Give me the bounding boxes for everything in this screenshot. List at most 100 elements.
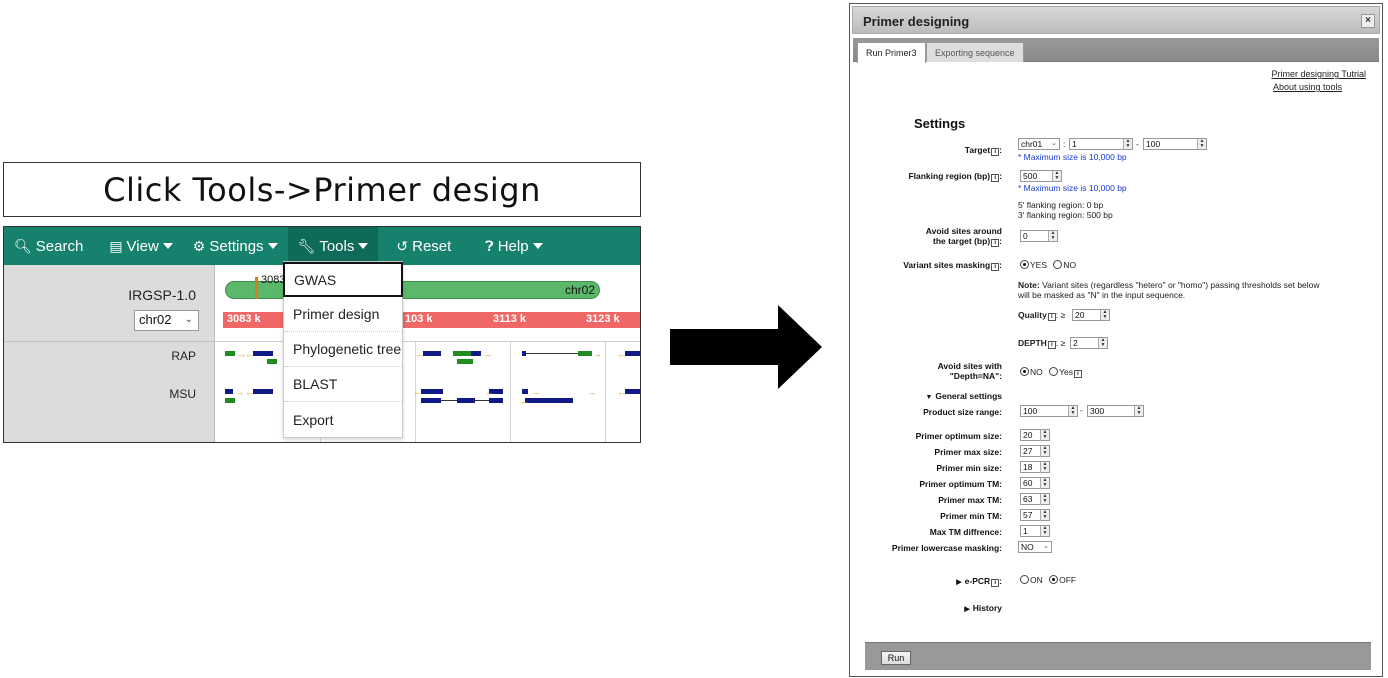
spinner-icon[interactable]: ▲ ▼ (1197, 139, 1206, 149)
instruction-caption: Click Tools->Primer design (3, 162, 641, 217)
spinner-icon[interactable]: ▲ ▼ (1040, 446, 1049, 456)
primer-max-tm-input[interactable]: 63 ▲ ▼ (1020, 493, 1050, 505)
info-icon[interactable]: i (1074, 370, 1082, 378)
gene-feature[interactable] (421, 398, 441, 403)
tab-run-primer3[interactable]: Run Primer3 (857, 42, 926, 63)
spinner-icon[interactable]: ▲ ▼ (1040, 430, 1049, 440)
gene-feature[interactable] (625, 351, 640, 356)
gene-feature[interactable] (421, 389, 443, 394)
info-icon[interactable]: i (991, 263, 1000, 271)
quality-input[interactable]: 20 ▲ ▼ (1072, 309, 1110, 321)
primer-min-size-input[interactable]: 18 ▲ ▼ (1020, 461, 1050, 473)
menu-item-export[interactable]: Export (284, 402, 402, 437)
info-icon[interactable]: i (1047, 313, 1056, 321)
info-icon[interactable]: i (991, 579, 1000, 587)
menu-item-gwas[interactable]: GWAS (283, 262, 403, 297)
primer-optimum-tm-input[interactable]: 60 ▲ ▼ (1020, 477, 1050, 489)
primer-max-size-input[interactable]: 27 ▲ ▼ (1020, 445, 1050, 457)
search-button[interactable]: 🔍︎ Search (4, 227, 93, 265)
close-icon[interactable]: × (1361, 14, 1375, 28)
target-chromosome-select[interactable]: chr01 ⌄ (1018, 138, 1060, 150)
lowercase-masking-select[interactable]: NO ⌄ (1018, 541, 1052, 553)
spinner-icon[interactable]: ▲ ▼ (1040, 526, 1049, 536)
gene-feature[interactable] (225, 351, 235, 356)
dialog-tab-bar: Run Primer3 Exporting sequence (853, 38, 1379, 63)
spinner-icon[interactable]: ▲ ▼ (1100, 310, 1109, 320)
info-icon[interactable]: i (991, 239, 1000, 247)
help-menu-button[interactable]: ❓︎ Help (475, 227, 552, 265)
spinner-icon[interactable]: ▲ ▼ (1068, 406, 1077, 416)
track-label-msu: MSU (169, 387, 196, 401)
spinner-icon[interactable]: ▲ ▼ (1040, 462, 1049, 472)
spinner-icon[interactable]: ▲ ▼ (1052, 171, 1061, 181)
spinner-icon[interactable]: ▲ ▼ (1123, 139, 1132, 149)
gene-feature[interactable] (457, 359, 473, 364)
spinner-icon[interactable]: ▲ ▼ (1134, 406, 1143, 416)
tab-exporting-sequence[interactable]: Exporting sequence (926, 42, 1024, 62)
variant-masking-yes-radio[interactable] (1020, 260, 1029, 269)
gene-feature[interactable] (471, 351, 481, 356)
spinner-icon[interactable]: ▲ ▼ (1098, 338, 1107, 348)
depth-label-text: DEPTH (1018, 338, 1047, 348)
spinner-icon[interactable]: ▲ ▼ (1040, 494, 1049, 504)
gene-feature[interactable] (253, 389, 273, 394)
position-marker[interactable] (255, 277, 258, 299)
general-settings-toggle[interactable]: ▼ General settings (925, 391, 1002, 403)
settings-menu-button[interactable]: ⚙ Settings (183, 227, 288, 265)
spinner-icon[interactable]: ▲ ▼ (1048, 231, 1057, 241)
gene-feature[interactable] (489, 398, 503, 403)
menu-item-primer-design[interactable]: Primer design (284, 297, 402, 332)
gene-feature[interactable] (225, 398, 235, 403)
gene-feature[interactable] (457, 398, 475, 403)
spinner-icon[interactable]: ▲ ▼ (1040, 478, 1049, 488)
triangle-down-icon: ▼ (925, 394, 933, 401)
menu-item-blast[interactable]: BLAST (284, 367, 402, 402)
depth-input[interactable]: 2 ▲ ▼ (1070, 337, 1108, 349)
epcr-toggle[interactable]: ▶ e-PCR i: (956, 576, 1002, 588)
avoid-sites-input[interactable]: 0 ▲ ▼ (1020, 230, 1058, 242)
link-primer-tutorial[interactable]: Primer designing Tutrial (1271, 69, 1366, 79)
link-about-tools[interactable]: About using tools (1273, 82, 1342, 92)
primer-min-size-label: Primer min size: (936, 463, 1002, 473)
avoid-na-yes-radio[interactable] (1049, 367, 1059, 376)
flanking-input[interactable]: 500 ▲ ▼ (1020, 170, 1062, 182)
epcr-on-radio[interactable] (1020, 575, 1029, 584)
gene-feature[interactable] (225, 389, 233, 394)
target-start-input[interactable]: 1 ▲ ▼ (1069, 138, 1133, 150)
info-icon[interactable]: i (991, 174, 1000, 182)
view-menu-button[interactable]: ▤ View (99, 227, 182, 265)
epcr-off-radio[interactable] (1049, 575, 1059, 584)
variant-masking-no-radio[interactable] (1053, 260, 1063, 269)
spinner-icon[interactable]: ▲ ▼ (1040, 510, 1049, 520)
primer-min-tm-input[interactable]: 57 ▲ ▼ (1020, 509, 1050, 521)
run-button[interactable]: Run (881, 651, 911, 665)
flanking-max-note: * Maximum size is 10,000 bp (1018, 183, 1127, 193)
gridline (510, 342, 511, 442)
product-size-max-input[interactable]: 300 ▲ ▼ (1087, 405, 1144, 417)
history-toggle[interactable]: ▶ History (964, 603, 1002, 615)
product-size-min-input[interactable]: 100 ▲ ▼ (1020, 405, 1078, 417)
tools-menu-button[interactable]: 🔧︎ Tools (287, 227, 379, 265)
chevron-down-icon: ⌄ (1043, 543, 1049, 550)
gene-feature[interactable] (525, 398, 573, 403)
gene-feature[interactable] (253, 351, 273, 356)
gene-feature[interactable] (522, 389, 528, 394)
info-icon[interactable]: i (991, 148, 1000, 156)
reset-button[interactable]: ↺ Reset (386, 227, 461, 265)
gene-feature[interactable] (267, 359, 277, 364)
target-end-input[interactable]: 100 ▲ ▼ (1143, 138, 1207, 150)
menu-item-phylogenetic-tree[interactable]: Phylogenetic tree (284, 332, 402, 367)
info-icon[interactable]: i (1047, 341, 1056, 349)
gene-feature[interactable] (578, 351, 592, 356)
primer-optimum-size-input[interactable]: 20 ▲ ▼ (1020, 429, 1050, 441)
primer-min-size-value: 18 (1023, 462, 1033, 472)
avoid-na-label-line1: Avoid sites with (937, 361, 1002, 371)
gene-feature[interactable] (423, 351, 441, 356)
avoid-na-no-radio[interactable] (1020, 367, 1029, 376)
chromosome-select[interactable]: chr02 ⌄ (134, 310, 199, 331)
genome-view[interactable]: 3083 chr02 3083 k 103 k 3113 k 3123 k → … (215, 265, 640, 442)
gene-feature[interactable] (625, 389, 640, 394)
strand-arrow-icon: → (531, 387, 540, 397)
dialog-title-bar[interactable]: Primer designing × (852, 6, 1380, 34)
max-tm-difference-input[interactable]: 1 ▲ ▼ (1020, 525, 1050, 537)
